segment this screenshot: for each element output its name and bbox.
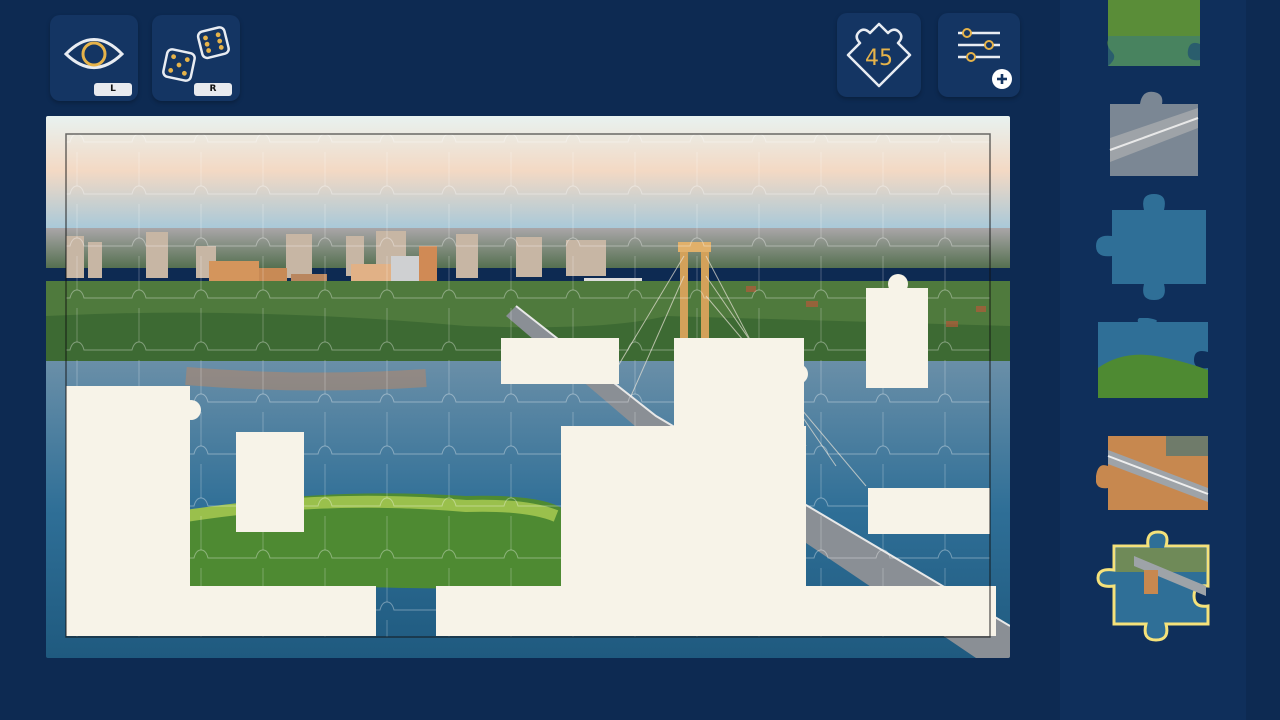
piece-greenery-icon[interactable] bbox=[1104, 0, 1204, 70]
settings-button[interactable] bbox=[938, 13, 1020, 97]
pieces-remaining-button[interactable]: 45 bbox=[837, 13, 921, 97]
preview-button[interactable]: L bbox=[50, 15, 138, 101]
piece-bridge-road-icon[interactable] bbox=[1104, 88, 1204, 180]
piece-badge-icon: 45 bbox=[846, 22, 912, 88]
shuffle-button[interactable]: R bbox=[152, 15, 240, 101]
pieces-remaining-count: 45 bbox=[865, 46, 893, 71]
shortcut-key-label: R bbox=[194, 83, 232, 96]
puzzle-board[interactable] bbox=[46, 116, 1010, 658]
piece-water-trees-icon[interactable] bbox=[1096, 318, 1212, 398]
shortcut-key-label: L bbox=[94, 83, 132, 96]
piece-bridge-icon[interactable] bbox=[1096, 430, 1212, 512]
piece-water-icon[interactable] bbox=[1096, 192, 1212, 302]
piece-tray[interactable] bbox=[1060, 0, 1246, 720]
city-river-bridge-photo bbox=[46, 116, 1010, 658]
plus-icon bbox=[992, 69, 1012, 89]
piece-pier-selected-icon[interactable] bbox=[1094, 530, 1214, 642]
